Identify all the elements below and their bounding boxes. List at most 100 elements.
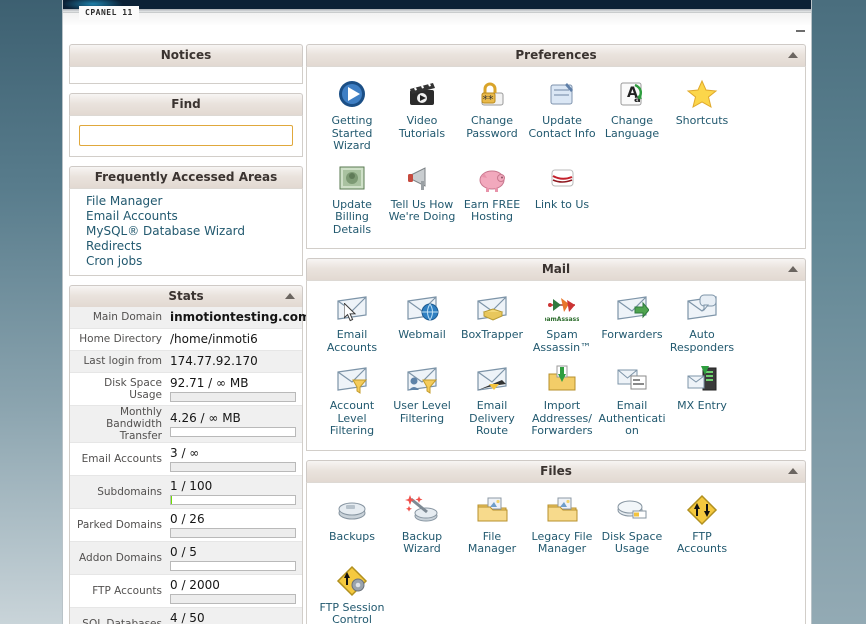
chevron-up-icon[interactable] bbox=[788, 468, 798, 474]
frequently-accessed-list: File ManagerEmail AccountsMySQL® Databas… bbox=[69, 188, 303, 276]
app-tile-label: Account Level Filtering bbox=[317, 398, 387, 438]
notices-title: Notices bbox=[70, 45, 302, 66]
usage-progress-fill bbox=[171, 496, 172, 504]
app-tile-update-billing-details[interactable]: Update Billing Details bbox=[317, 157, 387, 241]
chevron-up-icon[interactable] bbox=[788, 52, 798, 58]
app-tile-email-accounts[interactable]: Email Accounts bbox=[317, 287, 387, 358]
envelope-icon bbox=[317, 289, 387, 327]
app-tile-disk-space-usage[interactable]: Disk Space Usage bbox=[597, 489, 667, 560]
find-header[interactable]: Find bbox=[69, 93, 303, 115]
panel-header[interactable]: Files bbox=[306, 460, 806, 482]
notices-body bbox=[69, 66, 303, 84]
find-body bbox=[69, 115, 303, 157]
link-banner-icon bbox=[527, 159, 597, 197]
frequently-accessed-header[interactable]: Frequently Accessed Areas bbox=[69, 166, 303, 188]
frequent-link[interactable]: File Manager bbox=[70, 194, 302, 209]
panel-header[interactable]: Mail bbox=[306, 258, 806, 280]
app-tile-getting-started-wizard[interactable]: Getting Started Wizard bbox=[317, 73, 387, 157]
panel-files: Files BackupsBackup WizardFile ManagerLeg… bbox=[306, 460, 806, 624]
app-tile-mx-entry[interactable]: MX Entry bbox=[667, 358, 737, 442]
search-input[interactable] bbox=[79, 125, 293, 146]
envelope-globe-icon bbox=[387, 289, 457, 327]
app-tile-link-to-us[interactable]: Link to Us bbox=[527, 157, 597, 241]
app-tile-label: Update Contact Info bbox=[527, 113, 597, 140]
cpanel-page: CPANEL 11 Notices Find bbox=[0, 0, 866, 624]
stats-row-value: 3 / ∞ bbox=[170, 446, 296, 460]
app-tile-tell-us-how-we-re-doing[interactable]: Tell Us How We're Doing bbox=[387, 157, 457, 241]
envelope-form-icon bbox=[597, 360, 667, 398]
stats-row: FTP Accounts0 / 2000 bbox=[70, 575, 302, 608]
sidebar: Notices Find Frequently Accessed Areas F… bbox=[69, 44, 303, 624]
server-envelope-icon bbox=[667, 360, 737, 398]
app-tile-label: Video Tutorials bbox=[387, 113, 457, 140]
app-tile-label: Auto Responders bbox=[667, 327, 737, 354]
app-tile-label: MX Entry bbox=[667, 398, 737, 413]
minimize-icon[interactable] bbox=[796, 30, 805, 32]
app-tile-shortcuts[interactable]: Shortcuts bbox=[667, 73, 737, 157]
frequent-link[interactable]: Cron jobs bbox=[70, 254, 302, 269]
app-tile-label: Change Password bbox=[457, 113, 527, 140]
stats-row-label: Addon Domains bbox=[70, 552, 170, 564]
frequent-link[interactable]: Email Accounts bbox=[70, 209, 302, 224]
app-tile-email-delivery-route[interactable]: Email Delivery Route bbox=[457, 358, 527, 442]
stats-row-label: Email Accounts bbox=[70, 453, 170, 465]
stats-row: Last login from174.77.92.170 bbox=[70, 351, 302, 373]
stats-header[interactable]: Stats bbox=[69, 285, 303, 307]
frequent-link[interactable]: MySQL® Database Wizard bbox=[70, 224, 302, 239]
stats-title: Stats bbox=[70, 286, 302, 307]
icon-grid: BackupsBackup WizardFile ManagerLegacy F… bbox=[307, 489, 805, 624]
stats-row-value: inmotiontesting.com bbox=[170, 310, 310, 324]
app-tile-user-level-filtering[interactable]: User Level Filtering bbox=[387, 358, 457, 442]
app-tile-change-language[interactable]: AaChange Language bbox=[597, 73, 667, 157]
app-tile-label: Spam Assassin™ bbox=[527, 327, 597, 354]
app-tile-ftp-session-control[interactable]: FTP Session Control bbox=[317, 560, 387, 624]
stats-row-value-cell: 4 / 50 bbox=[170, 608, 302, 624]
app-tile-label: Email Delivery Route bbox=[457, 398, 527, 438]
header-shade bbox=[63, 13, 811, 25]
stats-row: SQL Databases4 / 50 bbox=[70, 608, 302, 624]
usage-progress-bar bbox=[170, 462, 296, 472]
app-tile-backups[interactable]: Backups bbox=[317, 489, 387, 560]
disk-wand-icon bbox=[387, 491, 457, 529]
app-tile-spam-assassin[interactable]: SpamAssassinSpam Assassin™ bbox=[527, 287, 597, 358]
spamassassin-icon: SpamAssassin bbox=[527, 289, 597, 327]
disk-meter-icon bbox=[597, 491, 667, 529]
folder-image-icon bbox=[527, 491, 597, 529]
contact-card-icon bbox=[527, 75, 597, 113]
chevron-up-icon[interactable] bbox=[285, 293, 295, 299]
app-tile-label: Update Billing Details bbox=[317, 197, 387, 237]
app-tile-import-addresses-forwarders[interactable]: Import Addresses/ Forwarders bbox=[527, 358, 597, 442]
find-title: Find bbox=[70, 94, 302, 115]
frequent-link[interactable]: Redirects bbox=[70, 239, 302, 254]
stats-row-label: SQL Databases bbox=[70, 618, 170, 624]
icon-grid: Getting Started WizardVideo Tutorials ** C… bbox=[307, 73, 805, 240]
app-tile-update-contact-info[interactable]: Update Contact Info bbox=[527, 73, 597, 157]
app-tile-auto-responders[interactable]: Auto Responders bbox=[667, 287, 737, 358]
app-tile-earn-free-hosting[interactable]: Earn FREE Hosting bbox=[457, 157, 527, 241]
app-tile-backup-wizard[interactable]: Backup Wizard bbox=[387, 489, 457, 560]
chevron-up-icon[interactable] bbox=[788, 266, 798, 272]
app-tile-email-authentication[interactable]: Email Authentication bbox=[597, 358, 667, 442]
app-tile-ftp-accounts[interactable]: FTP Accounts bbox=[667, 489, 737, 560]
panel-header[interactable]: Preferences bbox=[306, 44, 806, 66]
stats-row-value: 0 / 26 bbox=[170, 512, 296, 526]
stats-row-value: 4 / 50 bbox=[170, 611, 296, 624]
folder-image-icon bbox=[457, 491, 527, 529]
svg-text:**: ** bbox=[483, 93, 495, 106]
notices-header[interactable]: Notices bbox=[69, 44, 303, 66]
envelope-user-funnel-icon bbox=[387, 360, 457, 398]
app-tile-webmail[interactable]: Webmail bbox=[387, 287, 457, 358]
app-tile-change-password[interactable]: ** Change Password bbox=[457, 73, 527, 157]
find-box: Find bbox=[69, 93, 303, 157]
app-tile-boxtrapper[interactable]: BoxTrapper bbox=[457, 287, 527, 358]
stats-row-label: Subdomains bbox=[70, 486, 170, 498]
envelope-book-icon bbox=[457, 289, 527, 327]
app-tile-forwarders[interactable]: Forwarders bbox=[597, 287, 667, 358]
app-tile-video-tutorials[interactable]: Video Tutorials bbox=[387, 73, 457, 157]
app-tile-legacy-file-manager[interactable]: Legacy File Manager bbox=[527, 489, 597, 560]
folder-import-icon bbox=[527, 360, 597, 398]
app-tile-account-level-filtering[interactable]: Account Level Filtering bbox=[317, 358, 387, 442]
app-tile-file-manager[interactable]: File Manager bbox=[457, 489, 527, 560]
icon-grid: Email AccountsWebmailBoxTrapperSpamAssas… bbox=[307, 287, 805, 442]
stats-row-value-cell: 4.26 / ∞ MB bbox=[170, 408, 302, 440]
